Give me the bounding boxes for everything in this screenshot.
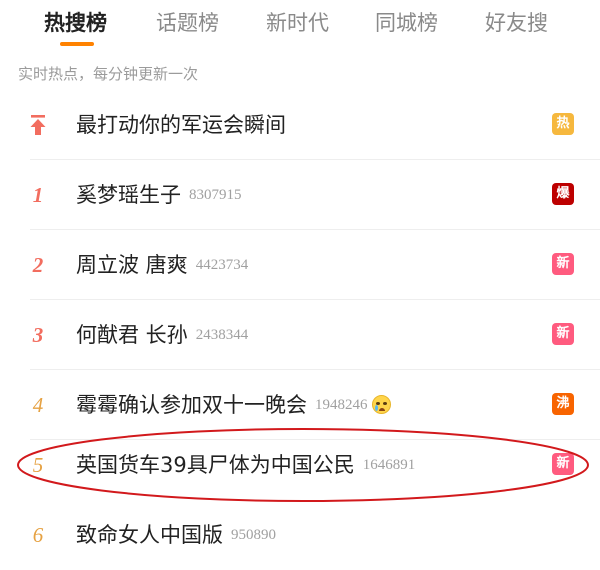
new-badge: 新 [552, 253, 574, 275]
item-title[interactable]: 霉霉确认参加双十一晚会 [76, 393, 307, 417]
tab-friends-search[interactable]: 好友搜 [485, 8, 548, 38]
list-item[interactable]: 6 致命女人中国版 950890 [0, 500, 600, 570]
pin-up-arrow-icon [30, 115, 46, 135]
new-badge: 新 [552, 453, 574, 475]
item-title-wrap: 英国货车39具尸体为中国公民 1646891 [76, 450, 415, 480]
heat-count: 1646891 [362, 457, 416, 473]
heat-count: 8307915 [189, 187, 242, 203]
item-title[interactable]: 周立波 唐爽 [76, 253, 188, 277]
update-note: 实时热点，每分钟更新一次 [18, 65, 199, 83]
item-title[interactable]: 最打动你的军运会瞬间 [76, 113, 286, 137]
tab-hot-search[interactable]: 热搜榜 [44, 8, 107, 38]
hot-badge: 热 [552, 113, 574, 135]
new-badge: 新 [552, 323, 574, 345]
heat-count: 950890 [231, 527, 276, 543]
item-title[interactable]: 何猷君 长孙 [76, 323, 188, 347]
tab-new-era[interactable]: 新时代 [266, 8, 329, 38]
heat-count: 1948246 [315, 397, 368, 413]
item-title-wrap: 最打动你的军运会瞬间 [76, 110, 286, 140]
rank-number: 5 [32, 453, 44, 477]
item-title-wrap: 奚梦瑶生子 8307915 [76, 180, 242, 210]
rank-number: 2 [32, 253, 44, 277]
item-title[interactable]: 奚梦瑶生子 [76, 183, 181, 207]
explode-badge: 爆 [552, 183, 574, 205]
item-title-wrap: 周立波 唐爽 4423734 [76, 250, 248, 280]
tab-topics[interactable]: 话题榜 [156, 8, 219, 38]
list-item[interactable]: 1 奚梦瑶生子 8307915 爆 [0, 160, 600, 230]
rank-number: 3 [32, 323, 44, 347]
heat-count: 2438344 [195, 327, 249, 343]
list-item[interactable]: 5 英国货车39具尸体为中国公民 1646891 新 [0, 430, 600, 500]
active-tab-indicator [60, 42, 94, 46]
rank-number: 1 [32, 183, 44, 207]
tab-local[interactable]: 同城榜 [375, 8, 438, 38]
item-title-wrap: 何猷君 长孙 2438344 [76, 320, 248, 350]
list-item[interactable]: 3 何猷君 长孙 2438344 新 [0, 300, 600, 370]
list-item[interactable]: 2 周立波 唐爽 4423734 新 [0, 230, 600, 300]
crying-face-icon [371, 394, 391, 414]
boiling-badge: 沸 [552, 393, 574, 415]
item-title[interactable]: 英国货车39具尸体为中国公民 [76, 453, 355, 477]
list-item-pinned[interactable]: 最打动你的军运会瞬间 热 [0, 90, 600, 160]
item-title-wrap: 霉霉确认参加双十一晚会 1948246 [76, 390, 391, 420]
item-title[interactable]: 致命女人中国版 [76, 523, 223, 547]
rank-number: 4 [32, 393, 44, 417]
tab-bar: 热搜榜 话题榜 新时代 同城榜 好友搜 [0, 0, 600, 52]
heat-count: 4423734 [195, 257, 249, 273]
